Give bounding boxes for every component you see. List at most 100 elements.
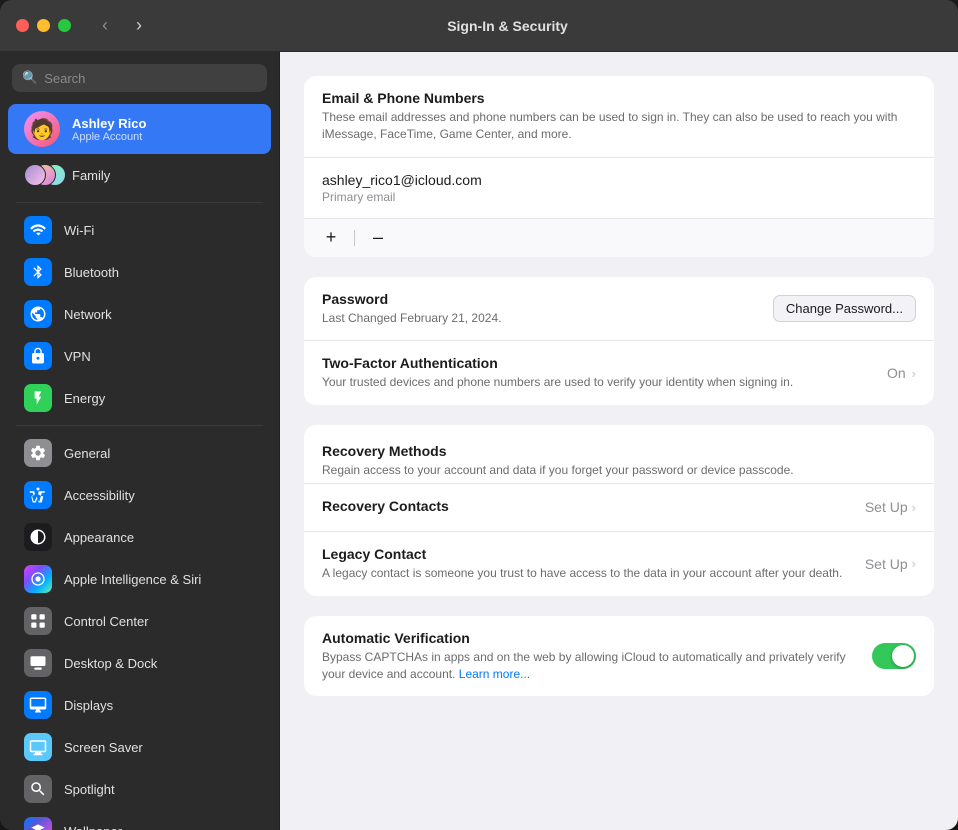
sidebar-item-accessibility[interactable]: Accessibility — [8, 474, 271, 516]
screen-saver-icon — [24, 733, 52, 761]
apple-account-info: Ashley Rico Apple Account — [72, 116, 146, 143]
recovery-contacts-action-area: Set Up › — [865, 499, 916, 515]
sidebar-item-siri[interactable]: Apple Intelligence & Siri — [8, 558, 271, 600]
recovery-contacts-title: Recovery Contacts — [322, 498, 449, 514]
bluetooth-icon — [24, 258, 52, 286]
sidebar-item-label-accessibility: Accessibility — [64, 488, 135, 503]
sidebar-item-label-displays: Displays — [64, 698, 113, 713]
auto-verification-inner: Automatic Verification Bypass CAPTCHAs i… — [322, 630, 916, 683]
auto-verification-info: Automatic Verification Bypass CAPTCHAs i… — [322, 630, 872, 683]
recovery-contacts-setup: Set Up — [865, 499, 908, 515]
sidebar-item-appearance[interactable]: Appearance — [8, 516, 271, 558]
minimize-button[interactable] — [37, 19, 50, 32]
auto-verification-title: Automatic Verification — [322, 630, 872, 646]
close-button[interactable] — [16, 19, 29, 32]
sidebar-item-label-wallpaper: Wallpaper — [64, 824, 122, 830]
vpn-icon — [24, 342, 52, 370]
sidebar-item-bluetooth[interactable]: Bluetooth — [8, 251, 271, 293]
two-factor-status-area: On › — [887, 365, 916, 381]
sidebar-item-label-general: General — [64, 446, 110, 461]
forward-button[interactable]: › — [125, 12, 153, 40]
divider-2 — [16, 425, 263, 426]
family-avatar-1 — [24, 164, 46, 186]
sidebar-item-label-energy: Energy — [64, 391, 105, 406]
auto-verification-section: Automatic Verification Bypass CAPTCHAs i… — [304, 616, 934, 697]
sidebar-item-label-desktop-dock: Desktop & Dock — [64, 656, 157, 671]
sidebar-item-label-control-center: Control Center — [64, 614, 149, 629]
change-password-button[interactable]: Change Password... — [773, 295, 916, 322]
legacy-contact-action-area: Set Up › — [865, 556, 916, 572]
sidebar-item-network[interactable]: Network — [8, 293, 271, 335]
back-button[interactable]: ‹ — [91, 12, 119, 40]
network-icon — [24, 300, 52, 328]
displays-icon — [24, 691, 52, 719]
sidebar-item-label-wifi: Wi-Fi — [64, 223, 94, 238]
main-content-area: Email & Phone Numbers These email addres… — [280, 52, 958, 830]
sidebar-item-label-family: Family — [72, 168, 110, 183]
sidebar-item-family[interactable]: Family — [8, 154, 271, 196]
recovery-header: Recovery Methods Regain access to your a… — [304, 425, 934, 484]
maximize-button[interactable] — [58, 19, 71, 32]
account-sublabel: Apple Account — [72, 131, 146, 143]
search-container: 🔍 Search — [0, 64, 279, 104]
button-separator — [354, 230, 355, 246]
sidebar-item-spotlight[interactable]: Spotlight — [8, 768, 271, 810]
learn-more-link[interactable]: Learn more... — [459, 667, 530, 681]
divider-1 — [16, 202, 263, 203]
two-factor-title: Two-Factor Authentication — [322, 355, 887, 371]
add-email-button[interactable]: + — [320, 227, 342, 249]
siri-icon — [24, 565, 52, 593]
sidebar-item-energy[interactable]: Energy — [8, 377, 271, 419]
email-section-title: Email & Phone Numbers — [322, 90, 916, 106]
recovery-contacts-row[interactable]: Recovery Contacts Set Up › — [304, 484, 934, 532]
sidebar-item-screen-saver[interactable]: Screen Saver — [8, 726, 271, 768]
main-layout: 🔍 Search 🧑 Ashley Rico Apple Account — [0, 52, 958, 830]
two-factor-row[interactable]: Two-Factor Authentication Your trusted d… — [304, 341, 934, 405]
wallpaper-icon — [24, 817, 52, 830]
recovery-methods-desc: Regain access to your account and data i… — [322, 462, 916, 479]
sidebar-item-apple-account[interactable]: 🧑 Ashley Rico Apple Account — [8, 104, 271, 154]
password-title: Password — [322, 291, 773, 307]
legacy-contact-desc: A legacy contact is someone you trust to… — [322, 565, 865, 582]
sidebar-item-desktop-dock[interactable]: Desktop & Dock — [8, 642, 271, 684]
email-address: ashley_rico1@icloud.com — [322, 172, 916, 188]
titlebar: ‹ › Sign-In & Security — [0, 0, 958, 52]
two-factor-row-inner: Two-Factor Authentication Your trusted d… — [322, 355, 916, 391]
general-icon — [24, 439, 52, 467]
auto-verification-toggle[interactable] — [872, 643, 916, 669]
sidebar-item-vpn[interactable]: VPN — [8, 335, 271, 377]
sidebar-item-label-network: Network — [64, 307, 112, 322]
appearance-icon — [24, 523, 52, 551]
legacy-contact-chevron: › — [912, 556, 916, 571]
password-row: Password Last Changed February 21, 2024.… — [304, 277, 934, 342]
search-box[interactable]: 🔍 Search — [12, 64, 267, 92]
recovery-contacts-inner: Recovery Contacts Set Up › — [322, 498, 916, 517]
legacy-contact-info: Legacy Contact A legacy contact is someo… — [322, 546, 865, 582]
avatar: 🧑 — [24, 111, 60, 147]
sidebar-item-displays[interactable]: Displays — [8, 684, 271, 726]
sidebar-item-wallpaper[interactable]: Wallpaper — [8, 810, 271, 830]
spotlight-icon — [24, 775, 52, 803]
password-info: Password Last Changed February 21, 2024. — [322, 291, 773, 327]
two-factor-desc: Your trusted devices and phone numbers a… — [322, 374, 887, 391]
sidebar-item-label-screen-saver: Screen Saver — [64, 740, 143, 755]
two-factor-chevron: › — [912, 366, 916, 381]
email-phone-section: Email & Phone Numbers These email addres… — [304, 76, 934, 257]
remove-email-button[interactable]: – — [367, 227, 389, 249]
email-value-row: ashley_rico1@icloud.com Primary email — [304, 158, 934, 219]
sidebar-item-wifi[interactable]: Wi-Fi — [8, 209, 271, 251]
recovery-section: Recovery Methods Regain access to your a… — [304, 425, 934, 596]
legacy-contact-row[interactable]: Legacy Contact A legacy contact is someo… — [304, 532, 934, 596]
sidebar-item-control-center[interactable]: Control Center — [8, 600, 271, 642]
email-section-desc: These email addresses and phone numbers … — [322, 109, 916, 143]
sidebar-item-label-vpn: VPN — [64, 349, 91, 364]
password-section: Password Last Changed February 21, 2024.… — [304, 277, 934, 406]
email-header-row: Email & Phone Numbers These email addres… — [304, 76, 934, 158]
control-center-icon — [24, 607, 52, 635]
sidebar-item-general[interactable]: General — [8, 432, 271, 474]
password-last-changed: Last Changed February 21, 2024. — [322, 310, 773, 327]
two-factor-status: On — [887, 365, 906, 381]
sidebar-item-label-appearance: Appearance — [64, 530, 134, 545]
add-remove-row: + – — [304, 219, 934, 257]
window-title: Sign-In & Security — [153, 18, 862, 34]
